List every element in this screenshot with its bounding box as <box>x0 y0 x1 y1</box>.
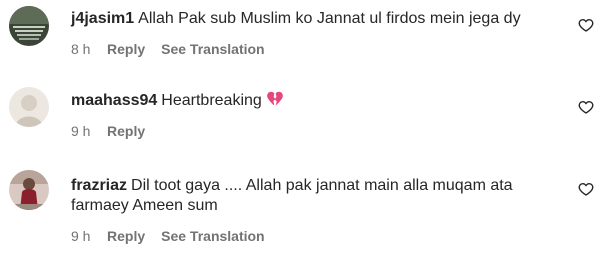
comment-time: 8 h <box>71 41 91 57</box>
comment-body: Heartbreaking <box>161 92 262 109</box>
comment-body-line-1: Dil toot gaya .... Allah pak jannat main… <box>131 177 513 194</box>
comment-username[interactable]: maahass94 <box>71 92 157 109</box>
comment-text: frazriaz Dil toot gaya .... Allah pak jan… <box>71 176 562 196</box>
comment-time: 9 h <box>71 123 91 139</box>
comment-text: j4jasim1 Allah Pak sub Muslim ko Jannat u… <box>71 9 562 29</box>
reply-button[interactable]: Reply <box>107 40 145 58</box>
heart-outline-icon[interactable] <box>578 99 594 115</box>
comment-body: Allah Pak sub Muslim ko Jannat ul firdos… <box>138 10 521 27</box>
see-translation-button[interactable]: See Translation <box>161 227 264 245</box>
comment-time: 9 h <box>71 228 91 244</box>
comment-body-line-2: farmaey Ameen sum <box>71 197 218 214</box>
comments-list: j4jasim1 Allah Pak sub Muslim ko Jannat u… <box>0 0 602 257</box>
reply-button[interactable]: Reply <box>107 122 145 140</box>
avatar[interactable] <box>9 87 49 127</box>
heart-outline-icon[interactable] <box>578 17 594 33</box>
heart-outline-icon[interactable] <box>578 181 594 197</box>
comment-username[interactable]: j4jasim1 <box>71 10 134 27</box>
avatar[interactable] <box>9 170 49 210</box>
reply-button[interactable]: Reply <box>107 227 145 245</box>
comment-username[interactable]: frazriaz <box>71 177 127 194</box>
comment-text: maahass94 Heartbreaking <box>71 91 562 111</box>
see-translation-button[interactable]: See Translation <box>161 40 264 58</box>
broken-heart-icon <box>266 91 283 106</box>
avatar[interactable] <box>9 6 49 46</box>
